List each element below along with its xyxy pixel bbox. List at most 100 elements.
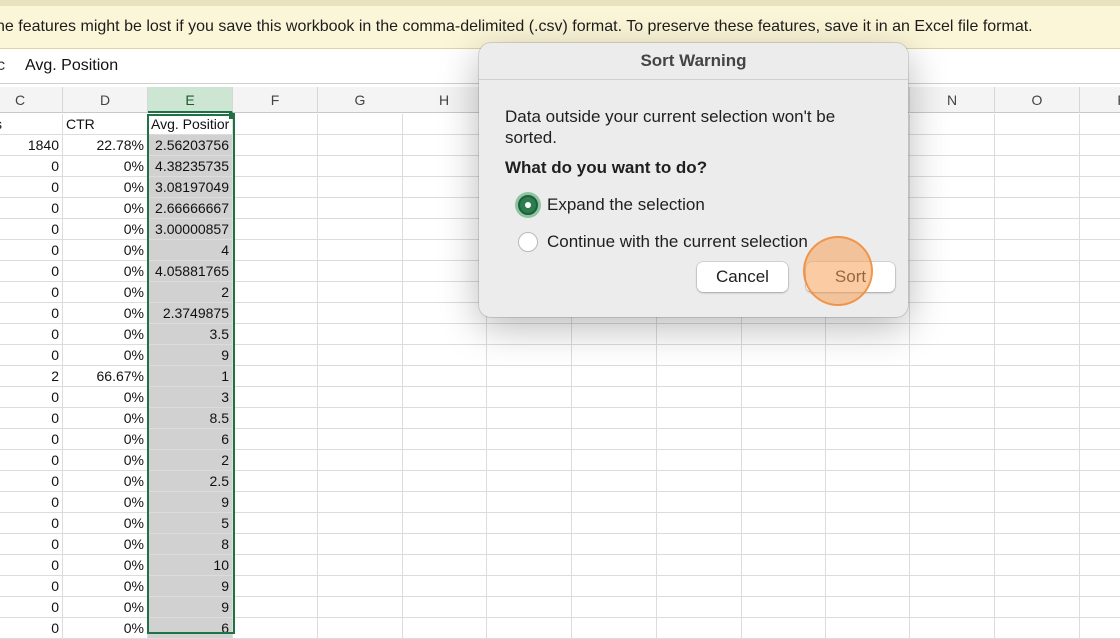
table-cell[interactable]: 0% bbox=[63, 555, 148, 576]
table-cell[interactable]: 4.05881765 bbox=[148, 261, 233, 282]
table-cell[interactable] bbox=[318, 135, 403, 156]
table-cell[interactable] bbox=[741, 597, 826, 618]
table-cell[interactable] bbox=[402, 345, 487, 366]
table-cell[interactable] bbox=[1080, 282, 1120, 303]
table-cell[interactable] bbox=[910, 555, 995, 576]
table-cell[interactable]: 0 bbox=[0, 240, 63, 261]
table-cell[interactable] bbox=[1080, 366, 1120, 387]
table-cell[interactable] bbox=[1080, 618, 1120, 639]
table-cell[interactable] bbox=[995, 198, 1080, 219]
column-header-o[interactable]: O bbox=[995, 87, 1080, 113]
column-header-p[interactable]: P bbox=[1080, 87, 1120, 113]
table-cell[interactable] bbox=[1080, 450, 1120, 471]
table-cell[interactable] bbox=[318, 408, 403, 429]
sort-button[interactable]: Sort bbox=[806, 262, 895, 292]
table-cell[interactable]: 0% bbox=[63, 450, 148, 471]
table-cell[interactable] bbox=[825, 324, 910, 345]
table-cell[interactable]: 0% bbox=[63, 303, 148, 324]
table-cell[interactable]: 3.00000857 bbox=[148, 219, 233, 240]
table-cell[interactable] bbox=[825, 429, 910, 450]
table-cell[interactable] bbox=[402, 408, 487, 429]
table-cell[interactable] bbox=[318, 366, 403, 387]
table-cell[interactable] bbox=[1080, 240, 1120, 261]
table-cell[interactable] bbox=[995, 282, 1080, 303]
table-cell[interactable] bbox=[741, 618, 826, 639]
table-cell[interactable]: 66.67% bbox=[63, 366, 148, 387]
table-cell[interactable] bbox=[910, 156, 995, 177]
table-cell[interactable] bbox=[1080, 303, 1120, 324]
table-cell[interactable]: 4 bbox=[148, 240, 233, 261]
table-cell[interactable] bbox=[572, 555, 657, 576]
table-cell[interactable]: 0% bbox=[63, 576, 148, 597]
table-cell[interactable] bbox=[402, 240, 487, 261]
table-cell[interactable] bbox=[572, 450, 657, 471]
column-header-n[interactable]: N bbox=[910, 87, 995, 113]
table-cell[interactable] bbox=[825, 450, 910, 471]
table-cell[interactable]: 0 bbox=[0, 156, 63, 177]
table-cell[interactable]: 0 bbox=[0, 618, 63, 639]
table-cell[interactable]: 0 bbox=[0, 450, 63, 471]
table-cell[interactable] bbox=[741, 471, 826, 492]
table-cell[interactable]: 0 bbox=[0, 198, 63, 219]
table-cell[interactable] bbox=[910, 534, 995, 555]
table-cell[interactable] bbox=[233, 156, 318, 177]
table-cell[interactable] bbox=[233, 324, 318, 345]
table-cell[interactable]: 0 bbox=[0, 492, 63, 513]
fill-handle[interactable] bbox=[229, 113, 235, 119]
table-cell[interactable] bbox=[825, 492, 910, 513]
radio-selected-icon[interactable] bbox=[518, 195, 538, 215]
table-cell[interactable] bbox=[402, 534, 487, 555]
table-cell[interactable] bbox=[910, 450, 995, 471]
table-cell[interactable]: 0 bbox=[0, 534, 63, 555]
table-cell[interactable] bbox=[825, 555, 910, 576]
table-cell[interactable] bbox=[910, 576, 995, 597]
table-cell[interactable] bbox=[741, 576, 826, 597]
table-cell[interactable] bbox=[318, 513, 403, 534]
table-cell[interactable] bbox=[318, 261, 403, 282]
header-cell-d[interactable]: CTR bbox=[63, 114, 148, 135]
table-cell[interactable] bbox=[487, 366, 572, 387]
table-cell[interactable] bbox=[910, 198, 995, 219]
table-cell[interactable] bbox=[910, 366, 995, 387]
table-cell[interactable]: 2.5 bbox=[148, 471, 233, 492]
table-cell[interactable]: 0 bbox=[0, 597, 63, 618]
table-cell[interactable] bbox=[995, 618, 1080, 639]
table-cell[interactable] bbox=[487, 576, 572, 597]
table-cell[interactable] bbox=[572, 471, 657, 492]
table-cell[interactable] bbox=[318, 534, 403, 555]
table-cell[interactable]: 0% bbox=[63, 429, 148, 450]
table-cell[interactable]: 2.56203756 bbox=[148, 135, 233, 156]
table-cell[interactable] bbox=[233, 513, 318, 534]
table-cell[interactable] bbox=[233, 618, 318, 639]
header-cell-c[interactable]: cks bbox=[0, 114, 63, 135]
table-cell[interactable] bbox=[657, 387, 742, 408]
table-cell[interactable] bbox=[572, 618, 657, 639]
table-cell[interactable]: 2 bbox=[148, 450, 233, 471]
table-cell[interactable] bbox=[318, 555, 403, 576]
table-cell[interactable]: 0% bbox=[63, 471, 148, 492]
table-cell[interactable]: 0% bbox=[63, 282, 148, 303]
table-cell[interactable] bbox=[402, 156, 487, 177]
table-cell[interactable]: 2 bbox=[148, 282, 233, 303]
table-cell[interactable] bbox=[741, 366, 826, 387]
table-cell[interactable] bbox=[318, 450, 403, 471]
table-cell[interactable] bbox=[1080, 492, 1120, 513]
table-cell[interactable] bbox=[402, 450, 487, 471]
table-cell[interactable]: 2.66666667 bbox=[148, 198, 233, 219]
table-cell[interactable]: 0% bbox=[63, 261, 148, 282]
table-cell[interactable] bbox=[318, 198, 403, 219]
table-cell[interactable] bbox=[995, 534, 1080, 555]
table-cell[interactable] bbox=[1080, 555, 1120, 576]
table-cell[interactable]: 0 bbox=[0, 471, 63, 492]
table-cell[interactable] bbox=[487, 408, 572, 429]
table-cell[interactable] bbox=[233, 177, 318, 198]
table-cell[interactable] bbox=[741, 408, 826, 429]
table-cell[interactable] bbox=[910, 324, 995, 345]
header-cell-p[interactable] bbox=[1080, 114, 1120, 135]
table-cell[interactable] bbox=[741, 324, 826, 345]
table-cell[interactable] bbox=[318, 240, 403, 261]
cancel-button[interactable]: Cancel bbox=[697, 262, 788, 292]
table-cell[interactable]: 0% bbox=[63, 240, 148, 261]
table-cell[interactable]: 5 bbox=[148, 513, 233, 534]
header-cell-o[interactable] bbox=[995, 114, 1080, 135]
